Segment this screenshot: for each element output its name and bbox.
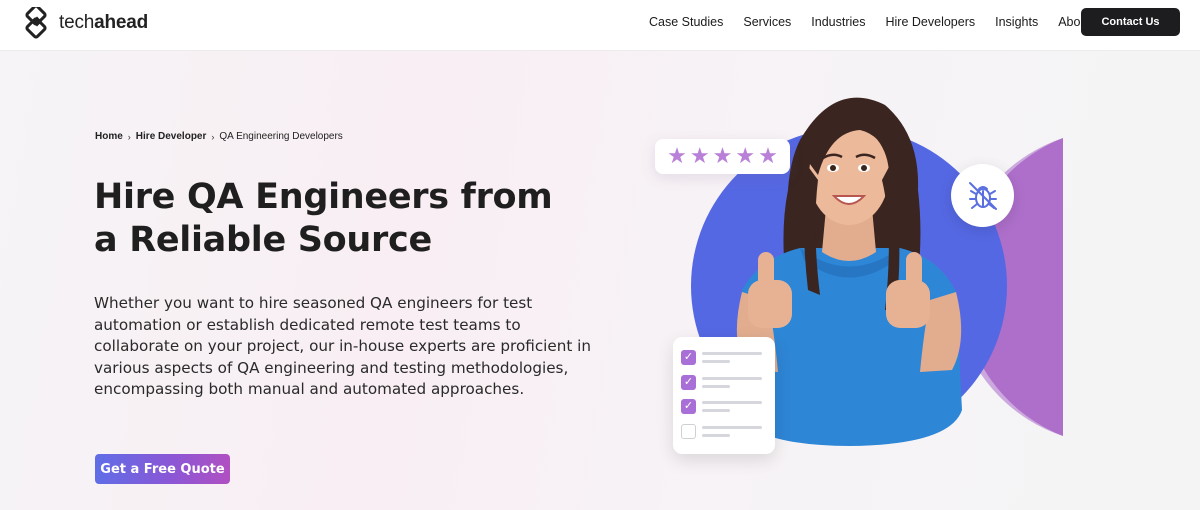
site-header: techahead Case Studies Services Industri… (0, 0, 1200, 51)
star-icon: ★ (667, 143, 687, 169)
contact-us-button[interactable]: Contact Us (1081, 8, 1180, 36)
main-nav: Case Studies Services Industries Hire De… (649, 15, 1111, 29)
logo-wordmark: techahead (59, 12, 149, 33)
checklist-item: ✓ (681, 374, 775, 400)
star-icon: ★ (712, 143, 733, 169)
nav-services[interactable]: Services (743, 15, 791, 29)
breadcrumb-separator: › (127, 131, 131, 142)
checkbox-icon: ✓ (681, 399, 696, 414)
breadcrumb-hire-developer[interactable]: Hire Developer (136, 131, 207, 142)
breadcrumb: Home › Hire Developer › QA Engineering D… (95, 131, 343, 142)
checklist-item: ✓ (681, 350, 775, 375)
techahead-logo[interactable]: techahead (21, 7, 149, 39)
hero-description: Whether you want to hire seasoned QA eng… (94, 294, 591, 399)
nav-hire-developers[interactable]: Hire Developers (886, 15, 976, 29)
checkbox-icon (681, 423, 696, 439)
get-free-quote-button[interactable]: Get a Free Quote (95, 454, 230, 484)
star-icon: ★ (735, 143, 756, 169)
nav-industries[interactable]: Industries (811, 15, 865, 29)
checkbox-icon: ✓ (681, 374, 696, 390)
checklist-card: ✓ ✓ ✓ (673, 337, 775, 454)
checklist-item: ✓ (681, 399, 775, 424)
nav-insights[interactable]: Insights (995, 15, 1038, 29)
nav-case-studies[interactable]: Case Studies (649, 15, 723, 29)
bug-icon (968, 181, 997, 210)
star-icon: ★ (689, 143, 710, 169)
bug-badge (951, 164, 1014, 227)
breadcrumb-current: QA Engineering Developers (219, 131, 343, 142)
page-title: Hire QA Engineers from a Reliable Source (94, 177, 553, 260)
checklist-item (681, 423, 775, 449)
logo-mark-icon (25, 7, 47, 39)
breadcrumb-home[interactable]: Home (95, 131, 123, 142)
rating-stars-card: ★ ★ ★ ★ ★ (655, 139, 790, 174)
breadcrumb-separator: › (211, 131, 215, 142)
star-icon: ★ (758, 143, 778, 169)
checkbox-icon: ✓ (681, 350, 696, 365)
